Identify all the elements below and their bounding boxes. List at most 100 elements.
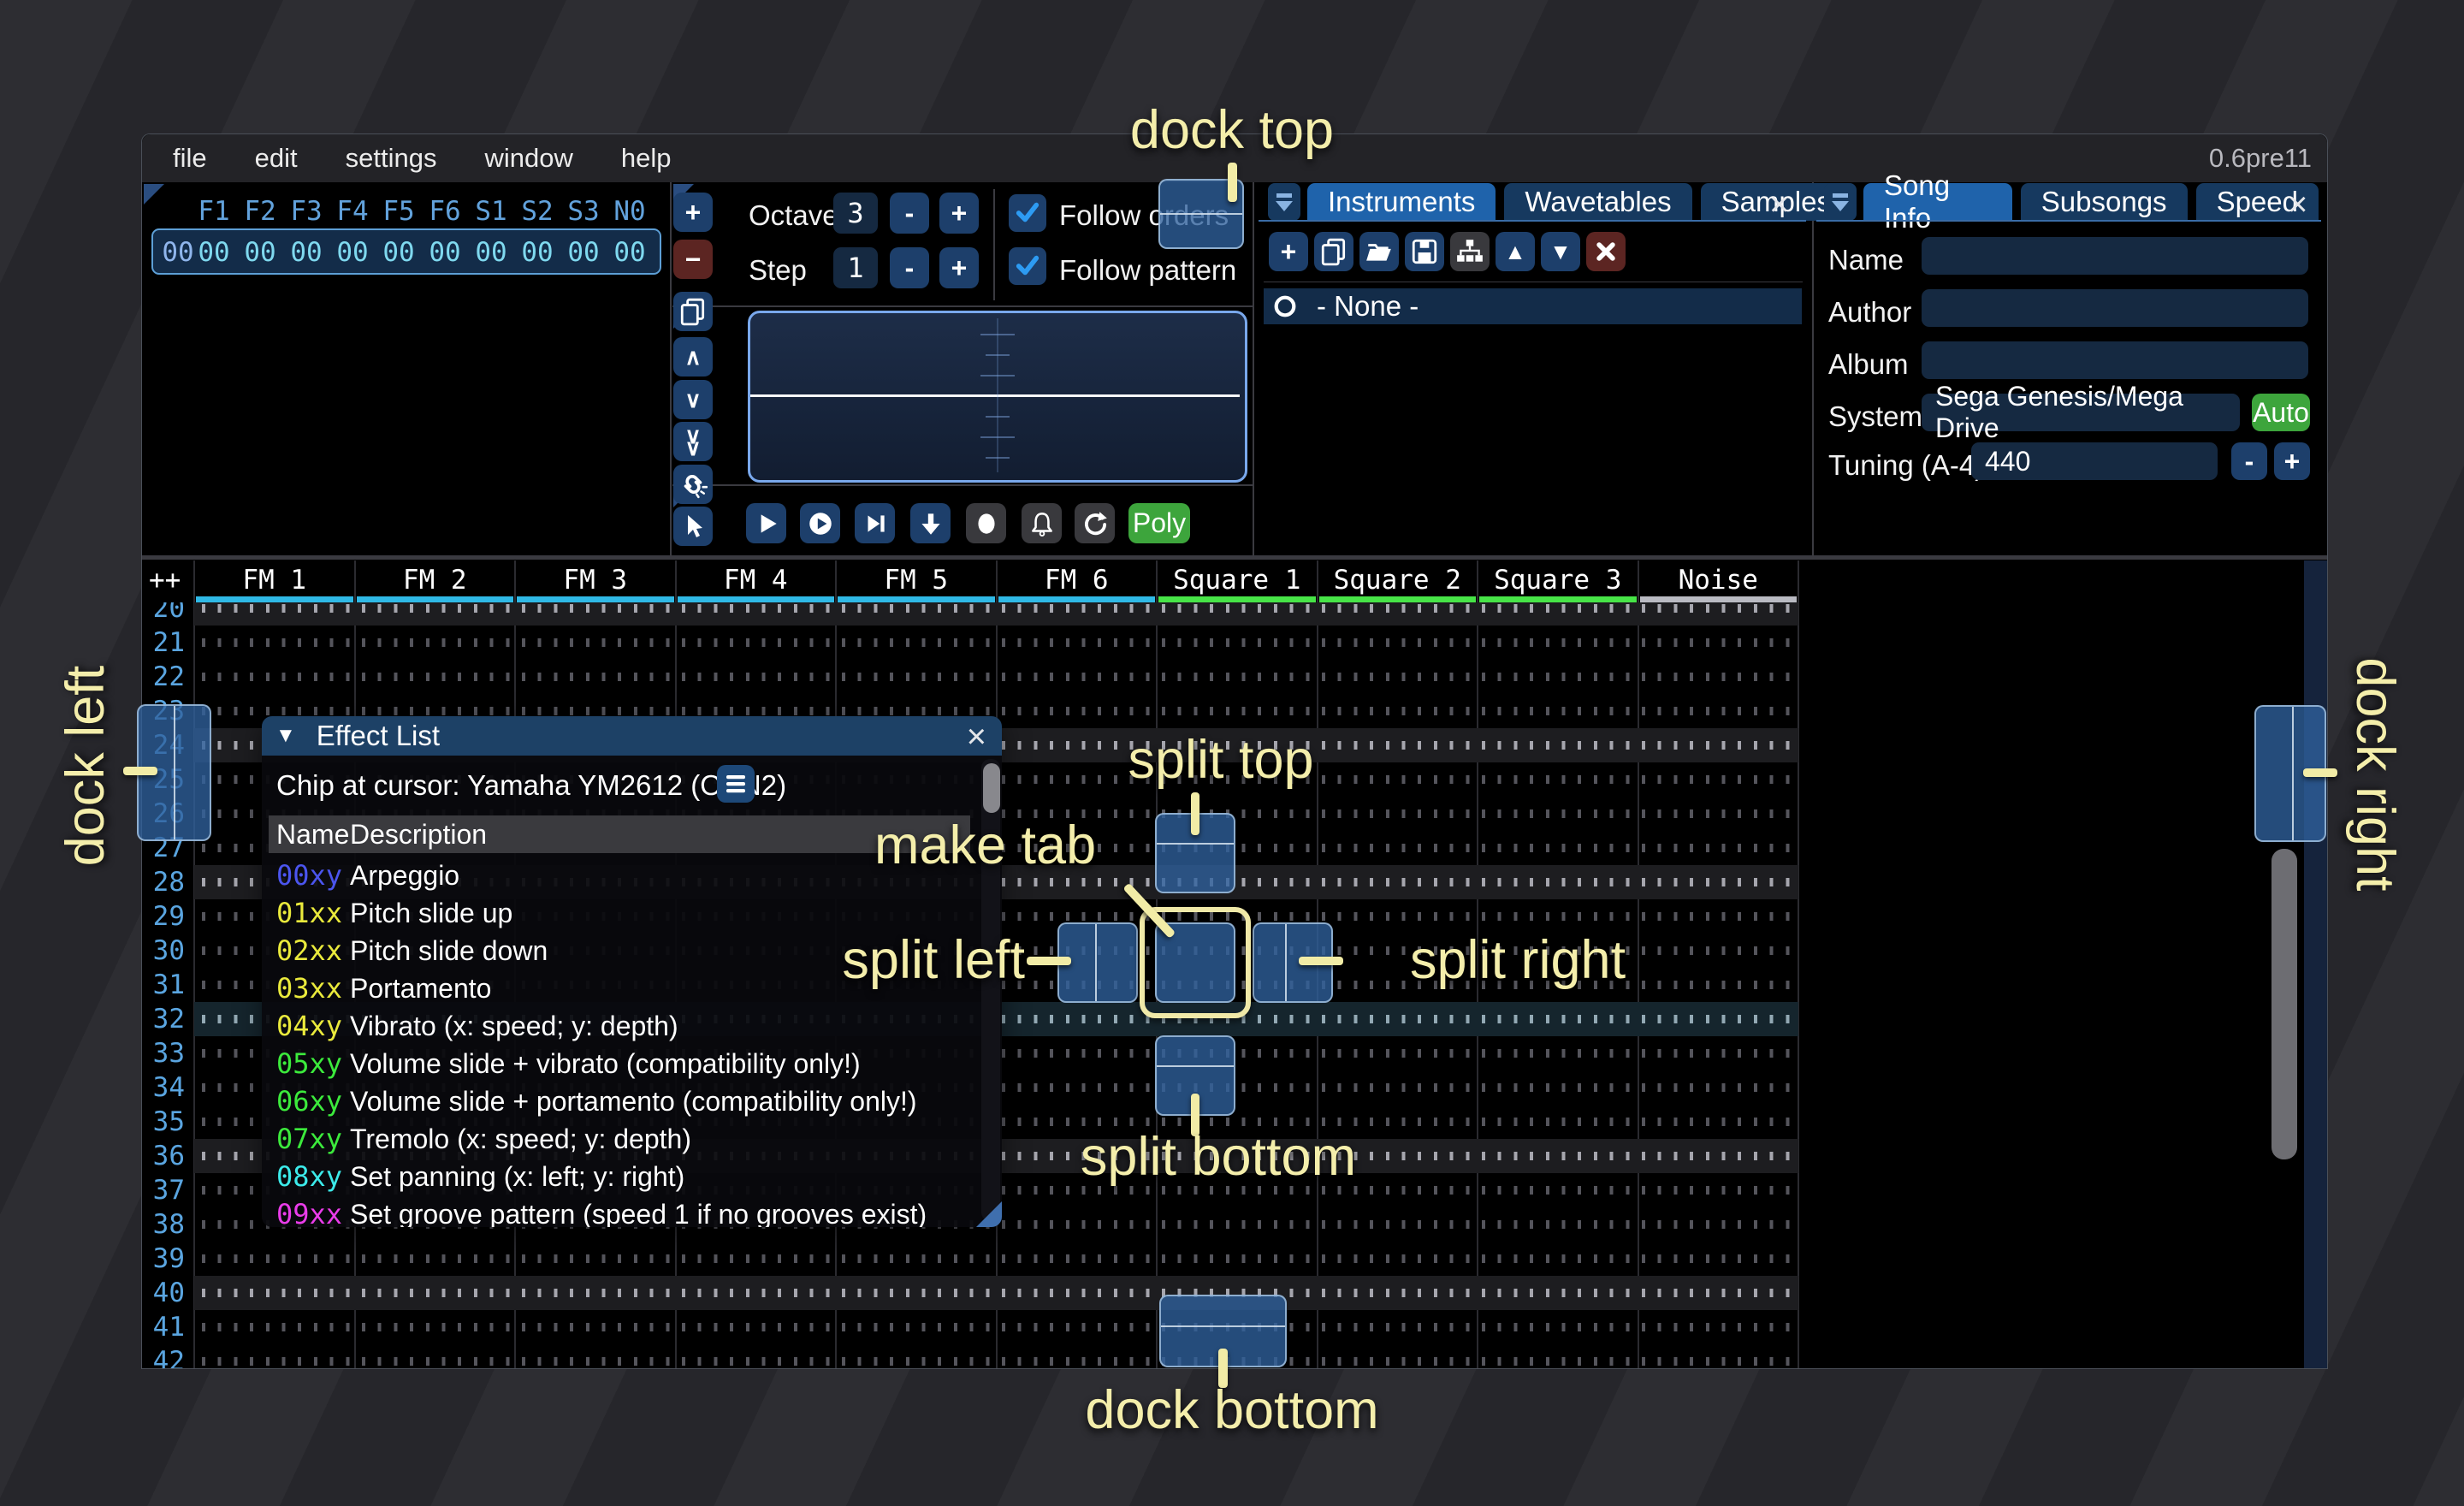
step-value[interactable]: 1 — [833, 247, 878, 288]
pattern-row[interactable]: 20 — [142, 602, 2327, 626]
octave-minus-button[interactable]: - — [890, 193, 929, 234]
effect-list-menu-button[interactable] — [717, 765, 755, 803]
order-cell[interactable]: 00 — [329, 237, 376, 268]
step-minus-button[interactable]: - — [890, 247, 929, 288]
order-edit-mode-button[interactable] — [673, 507, 713, 546]
pattern-scrollbar-thumb[interactable] — [2272, 849, 2297, 1159]
pattern-scrollbar-track[interactable] — [2304, 560, 2327, 1368]
splitter-main[interactable] — [142, 555, 2327, 560]
album-field[interactable] — [1922, 341, 2308, 379]
effect-row[interactable]: 06xyVolume slide + portamento (compatibi… — [262, 1082, 1002, 1120]
channel-header[interactable]: Noise — [1638, 564, 1799, 596]
pattern-row[interactable]: 21 — [142, 626, 2327, 660]
instrument-duplicate-button[interactable] — [1314, 232, 1353, 271]
order-row[interactable]: 0000000000000000000000 — [151, 228, 661, 275]
menu-window[interactable]: window — [460, 143, 596, 174]
effect-row[interactable]: 08xySet panning (x: left; y: right) — [262, 1158, 1002, 1195]
order-duplicate-button[interactable] — [673, 292, 713, 331]
channel-header[interactable]: FM 4 — [676, 564, 837, 596]
repeat-pattern-button[interactable] — [1075, 503, 1115, 543]
order-cell[interactable]: 00 — [607, 237, 653, 268]
channel-header[interactable]: Square 1 — [1157, 564, 1318, 596]
resize-grip[interactable] — [976, 1201, 1002, 1227]
tab-wavetables[interactable]: Wavetables — [1504, 183, 1691, 221]
collapse-icon[interactable]: ▼ — [275, 724, 296, 748]
effect-row[interactable]: 01xxPitch slide up — [262, 894, 1002, 932]
pattern-row[interactable]: 39 — [142, 1242, 2327, 1276]
order-cell[interactable]: 00 — [237, 237, 283, 268]
play-button[interactable] — [746, 503, 786, 543]
instrument-move-up-button[interactable]: ▲ — [1496, 232, 1535, 271]
poly-button[interactable]: Poly — [1128, 503, 1190, 543]
effect-row[interactable]: 05xyVolume slide + vibrato (compatibilit… — [262, 1045, 1002, 1082]
name-field[interactable] — [1922, 237, 2308, 275]
channel-header[interactable]: FM 3 — [515, 564, 676, 596]
instrument-delete-button[interactable] — [1586, 232, 1626, 271]
order-cell[interactable]: 00 — [191, 237, 237, 268]
order-cell[interactable]: 00 — [283, 237, 329, 268]
octave-plus-button[interactable]: + — [939, 193, 979, 234]
channel-header[interactable]: Square 3 — [1478, 564, 1638, 596]
effect-scrollbar-thumb[interactable] — [983, 763, 1000, 813]
metronome-button[interactable] — [1022, 503, 1062, 543]
splitter-osc-bottom[interactable] — [672, 484, 1253, 486]
order-remove-button[interactable]: − — [673, 240, 713, 279]
tuning-field[interactable]: 440 — [1971, 442, 2218, 480]
follow-pattern-checkbox[interactable] — [1009, 247, 1046, 285]
menu-file[interactable]: file — [142, 143, 231, 174]
order-cell[interactable]: 00 — [422, 237, 468, 268]
channel-header[interactable]: FM 1 — [194, 564, 355, 596]
tab-song-info[interactable]: Song Info — [1863, 183, 2012, 221]
menu-help[interactable]: help — [597, 143, 696, 174]
step-row-button[interactable] — [855, 503, 895, 543]
system-auto-button[interactable]: Auto — [2252, 394, 2310, 431]
instrument-save-button[interactable] — [1405, 232, 1444, 271]
author-field[interactable] — [1922, 289, 2308, 327]
menu-settings[interactable]: settings — [322, 143, 461, 174]
order-add-button[interactable]: + — [673, 193, 713, 232]
tab-subsongs[interactable]: Subsongs — [2021, 183, 2188, 221]
channel-header[interactable]: FM 5 — [836, 564, 997, 596]
pattern-corner[interactable]: ++ — [142, 564, 194, 596]
follow-orders-checkbox[interactable] — [1009, 194, 1046, 232]
song-window-combo-button[interactable] — [1824, 183, 1857, 221]
instruments-window-combo-button[interactable] — [1268, 183, 1300, 221]
close-icon[interactable]: × — [2288, 187, 2307, 222]
system-field[interactable]: Sega Genesis/Mega Drive — [1922, 394, 2240, 431]
tuning-plus-button[interactable]: + — [2274, 442, 2310, 480]
order-move-down-button[interactable]: ∨ — [673, 380, 713, 419]
effect-list-titlebar[interactable]: ▼ Effect List × — [262, 716, 1002, 756]
instrument-none-item[interactable]: - None - — [1264, 288, 1802, 324]
tuning-minus-button[interactable]: - — [2231, 442, 2267, 480]
octave-value[interactable]: 3 — [833, 193, 878, 234]
instrument-open-button[interactable] — [1359, 232, 1399, 271]
instrument-add-button[interactable]: + — [1269, 232, 1308, 271]
effect-row[interactable]: 04xyVibrato (x: speed; y: depth) — [262, 1007, 1002, 1045]
step-plus-button[interactable]: + — [939, 247, 979, 288]
channel-header[interactable]: FM 2 — [355, 564, 516, 596]
splitter-center[interactable] — [1253, 182, 1254, 559]
step-down-button[interactable] — [910, 503, 951, 543]
splitter-orders[interactable] — [670, 182, 672, 559]
channel-header[interactable]: FM 6 — [997, 564, 1158, 596]
close-icon[interactable]: × — [967, 718, 986, 756]
effect-row[interactable]: 07xyTremolo (x: speed; y: depth) — [262, 1120, 1002, 1158]
order-move-up-button[interactable]: ∧ — [673, 337, 713, 376]
close-icon[interactable]: × — [1769, 187, 1789, 222]
menu-edit[interactable]: edit — [231, 143, 322, 174]
order-cell[interactable]: 00 — [376, 237, 422, 268]
order-duplicate-end-button[interactable]: ∨∨ — [673, 422, 713, 461]
order-cell[interactable]: 00 — [560, 237, 607, 268]
instrument-tree-button[interactable] — [1450, 232, 1490, 271]
play-from-cursor-button[interactable] — [800, 503, 840, 543]
splitter-osc-top[interactable] — [672, 305, 1253, 307]
pattern-row[interactable]: 22 — [142, 660, 2327, 694]
channel-header[interactable]: Square 2 — [1318, 564, 1478, 596]
record-button[interactable] — [966, 503, 1006, 543]
order-cell[interactable]: 00 — [514, 237, 560, 268]
splitter-instruments[interactable] — [1812, 182, 1814, 559]
order-cell[interactable]: 00 — [468, 237, 514, 268]
order-deep-clone-button[interactable] — [673, 465, 713, 504]
effect-row[interactable]: 09xxSet groove pattern (speed 1 if no gr… — [262, 1195, 1002, 1227]
tab-instruments[interactable]: Instruments — [1307, 183, 1496, 221]
